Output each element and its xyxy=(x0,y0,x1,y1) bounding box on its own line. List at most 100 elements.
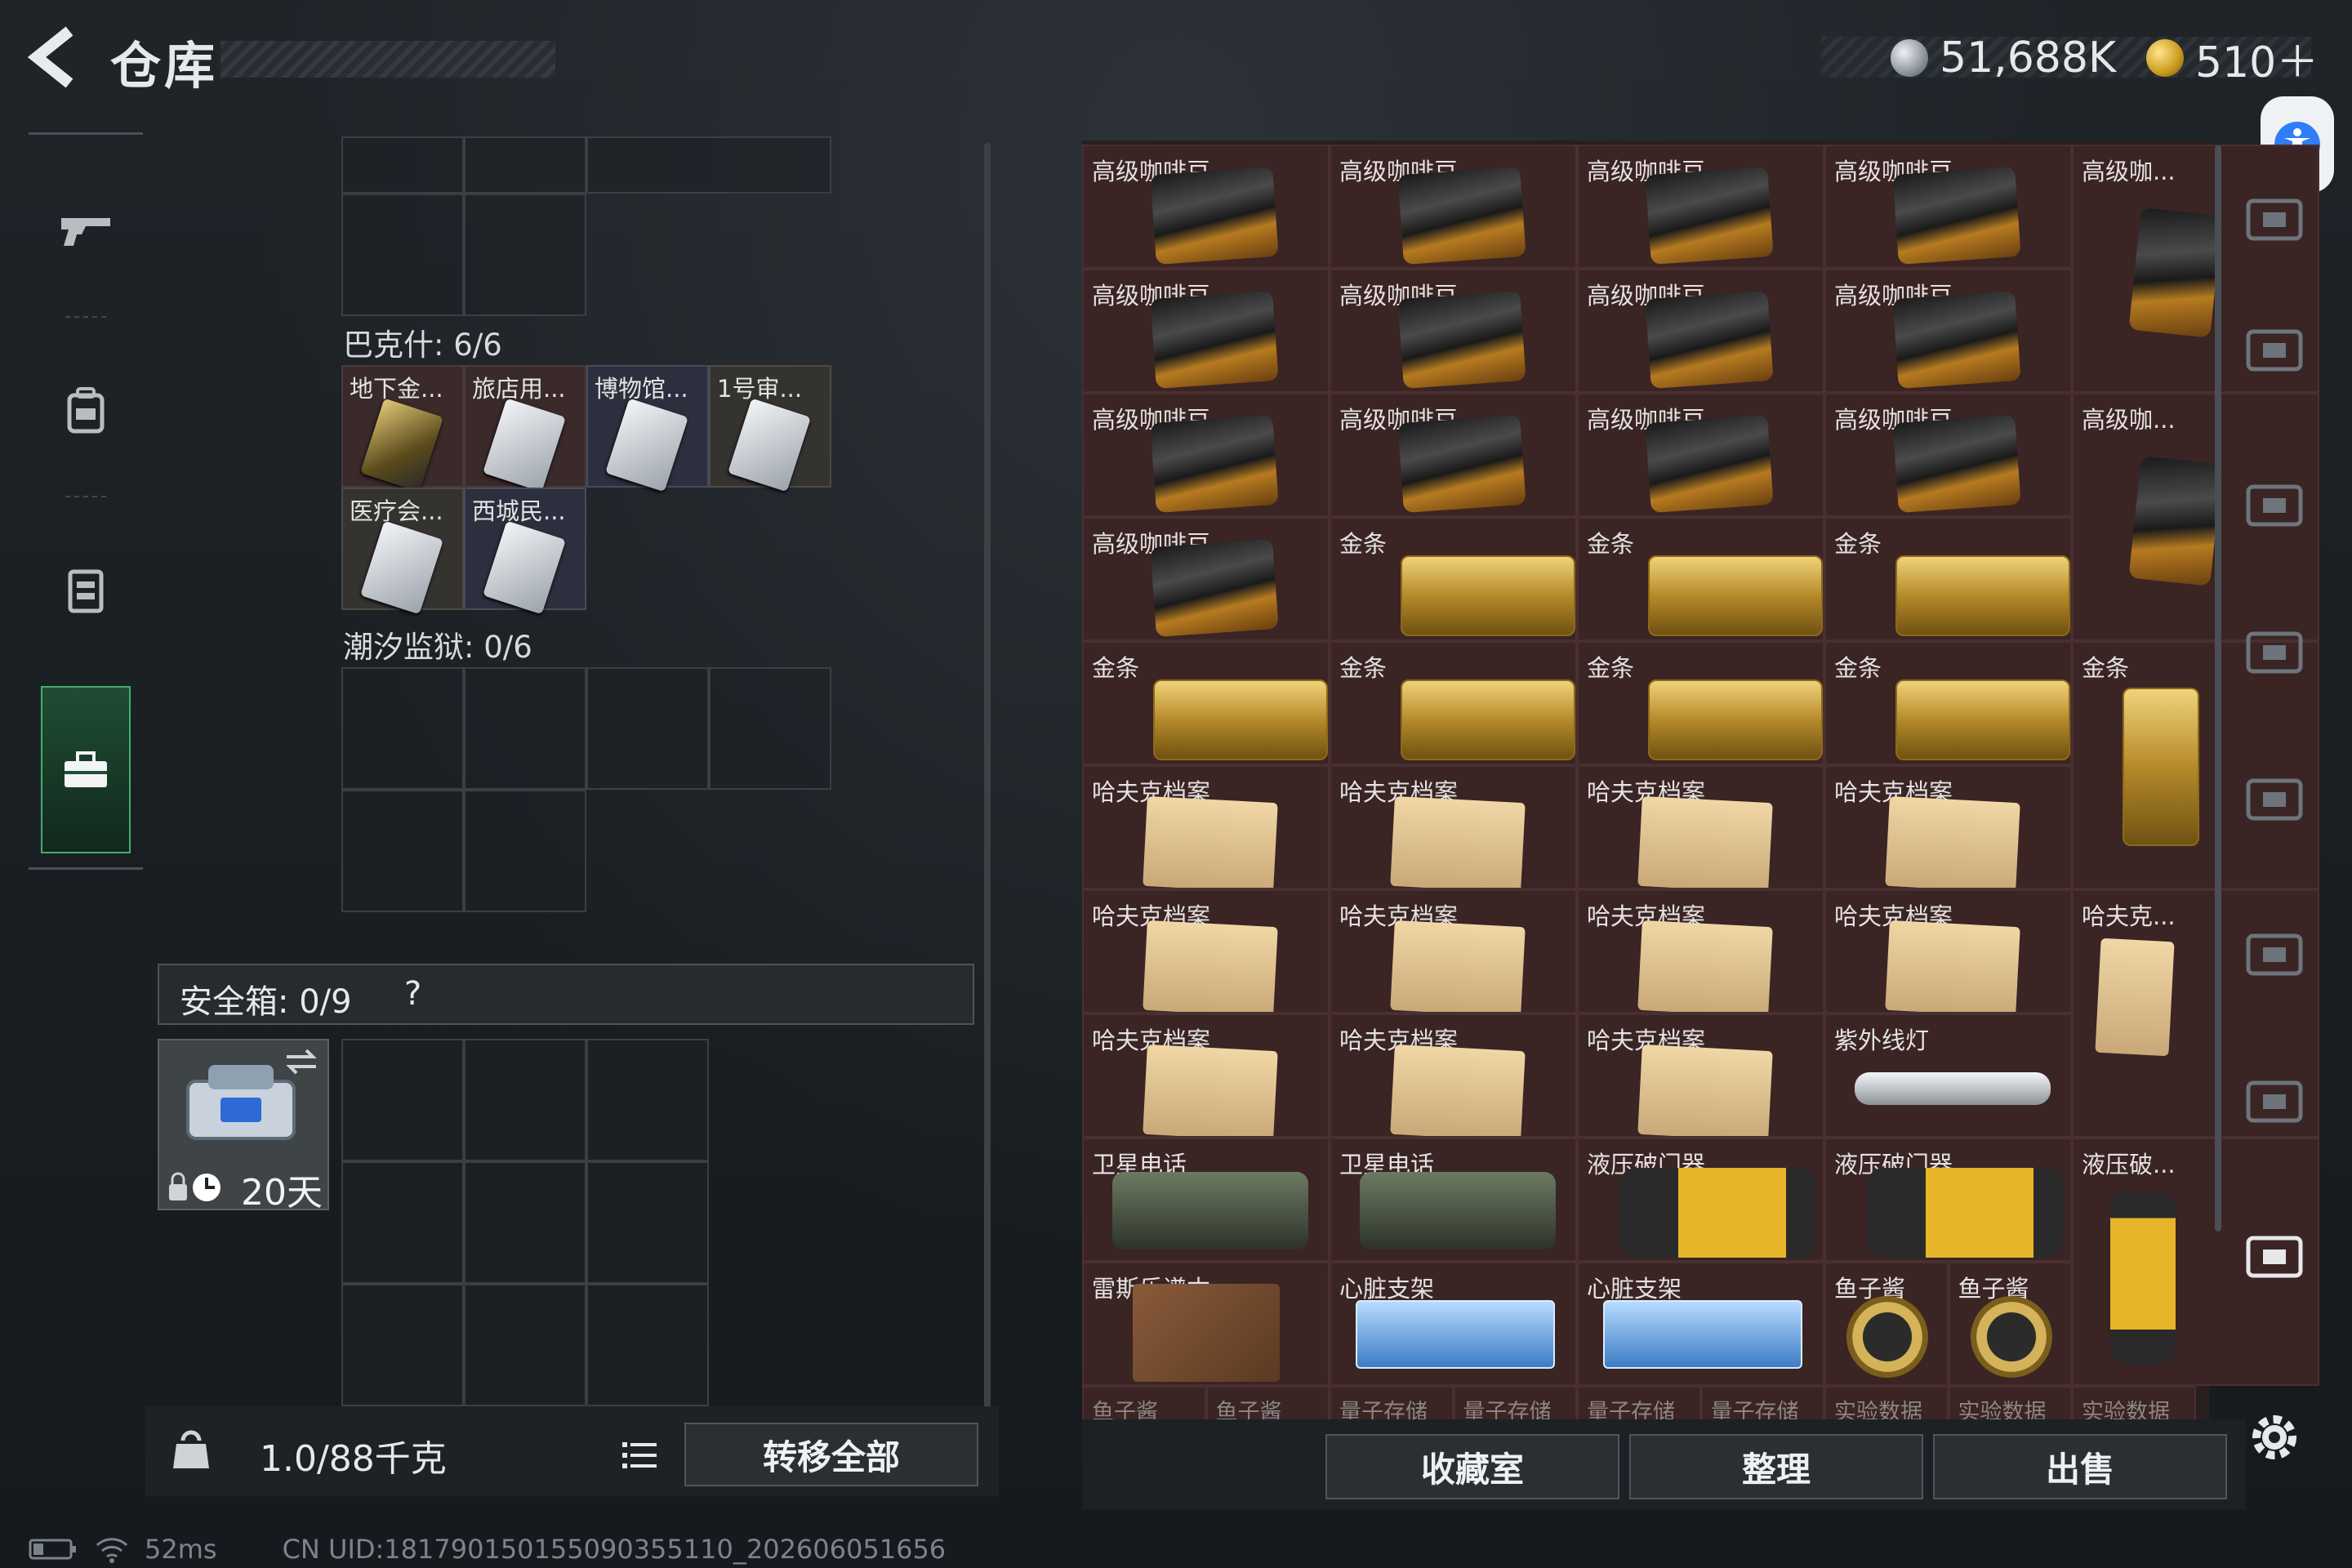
keycard-slot[interactable]: 博物馆... xyxy=(586,365,709,492)
grid-cell[interactable] xyxy=(341,1284,464,1406)
inventory-item[interactable]: 金条 xyxy=(1330,517,1577,641)
sidebar-container-6[interactable] xyxy=(2234,1055,2315,1145)
inventory-item[interactable]: 哈夫克档案 xyxy=(1330,1013,1577,1138)
sidebar-container-7[interactable] xyxy=(2234,1210,2315,1300)
grid-cell[interactable] xyxy=(464,194,586,316)
inventory-item[interactable]: 哈夫克档案 xyxy=(1330,765,1577,889)
inventory-item[interactable]: 哈夫克档案 xyxy=(1577,1013,1824,1138)
inventory-item[interactable]: 哈夫克档案 xyxy=(1577,889,1824,1013)
back-button[interactable] xyxy=(24,24,90,98)
back-arrow-icon xyxy=(27,26,74,88)
inventory-item[interactable]: 紫外线灯 xyxy=(1824,1013,2072,1138)
sidebar-container-2[interactable] xyxy=(2234,459,2315,549)
inventory-item[interactable]: 哈夫克档案 xyxy=(1082,1013,1330,1138)
grid-cell[interactable] xyxy=(464,1284,586,1406)
sidebar-container-1[interactable] xyxy=(2234,304,2315,394)
rail-item-toolbox[interactable] xyxy=(41,686,131,853)
inventory-item[interactable]: 心脏支架 xyxy=(1330,1262,1577,1386)
inventory-item[interactable]: 高级咖啡豆 xyxy=(1330,145,1577,269)
rail-item-backpack[interactable] xyxy=(29,328,143,492)
inventory-item-name: 紫外线灯 xyxy=(1834,1027,1930,1054)
grid-cell[interactable] xyxy=(464,667,586,790)
inventory-item[interactable]: 哈夫克档案 xyxy=(1824,765,2072,889)
keycard-slot[interactable]: 地下金... xyxy=(341,365,464,492)
grid-cell[interactable] xyxy=(341,1039,464,1161)
grid-cell[interactable] xyxy=(464,1161,586,1284)
inventory-item[interactable]: 高级咖啡豆 xyxy=(1082,145,1330,269)
grid-cell[interactable] xyxy=(586,1284,709,1406)
inventory-item[interactable]: 金条 xyxy=(1330,641,1577,765)
settings-button[interactable] xyxy=(2246,1409,2303,1466)
inventory-item[interactable]: 高级咖啡豆 xyxy=(1082,269,1330,393)
collection-button[interactable]: 收藏室 xyxy=(1325,1434,1619,1499)
sidebar-container-4[interactable] xyxy=(2234,753,2315,843)
grid-cell[interactable] xyxy=(341,194,464,316)
transfer-all-button[interactable]: 转移全部 xyxy=(684,1423,978,1486)
inventory-item[interactable]: 金条 xyxy=(1824,641,2072,765)
vault-icon xyxy=(2246,1080,2303,1123)
safebox-help-button[interactable]: ? xyxy=(404,975,421,1013)
list-view-button[interactable] xyxy=(611,1431,668,1480)
inventory-item[interactable]: 高级咖啡豆 xyxy=(1577,269,1824,393)
grid-cell[interactable] xyxy=(464,790,586,912)
keycard-slot[interactable]: 1号审... xyxy=(709,365,831,492)
inventory-item[interactable]: 哈夫克档案 xyxy=(1577,765,1824,889)
sidebar-container-3[interactable] xyxy=(2234,606,2315,696)
grid-cell[interactable] xyxy=(341,136,464,194)
grid-cell[interactable] xyxy=(341,790,464,912)
inventory-item[interactable]: 哈夫克档案 xyxy=(1824,889,2072,1013)
gold-currency[interactable]: 510＋ xyxy=(2146,29,2319,87)
keycard-slot[interactable]: 旅店用... xyxy=(464,365,586,492)
gold-item-icon xyxy=(1648,679,1823,760)
inventory-item[interactable]: 哈夫克档案 xyxy=(1082,765,1330,889)
rail-item-vest[interactable] xyxy=(29,508,143,671)
inventory-item[interactable]: 高级咖啡豆 xyxy=(1082,393,1330,517)
rail-item-weapons[interactable] xyxy=(29,149,143,312)
inventory-item[interactable]: 雷斯乐谱本 xyxy=(1082,1262,1330,1386)
sidebar-container-0[interactable] xyxy=(2234,173,2315,263)
inventory-item[interactable]: 液压破门器 xyxy=(1577,1138,1824,1262)
inventory-item[interactable]: 金条 xyxy=(1577,641,1824,765)
storage-scrollbar[interactable] xyxy=(984,143,991,1421)
inventory-scrollbar[interactable] xyxy=(2215,145,2221,1232)
inventory-item[interactable]: 高级咖啡豆 xyxy=(1082,517,1330,641)
inventory-item[interactable]: 高级咖啡豆 xyxy=(1577,393,1824,517)
inventory-item[interactable]: 高级咖啡豆 xyxy=(1824,393,2072,517)
grid-cell[interactable] xyxy=(709,667,831,790)
inventory-item[interactable]: 金条 xyxy=(1824,517,2072,641)
inventory-item[interactable]: 哈夫克档案 xyxy=(1330,889,1577,1013)
inventory-item[interactable]: 金条 xyxy=(1577,517,1824,641)
grid-cell[interactable] xyxy=(341,667,464,790)
safebox-timer: 20天 xyxy=(241,1172,323,1214)
silver-currency[interactable]: 51,688K xyxy=(1891,29,2116,87)
inventory-item[interactable]: 卫星电话 xyxy=(1082,1138,1330,1262)
grid-cell[interactable] xyxy=(586,1161,709,1284)
grid-cell[interactable] xyxy=(464,1039,586,1161)
sidebar-container-5[interactable] xyxy=(2234,908,2315,998)
inventory-item[interactable]: 高级咖啡豆 xyxy=(1824,269,2072,393)
grid-cell[interactable] xyxy=(586,136,831,194)
inventory-item[interactable]: 金条 xyxy=(1082,641,1330,765)
grid-cell[interactable] xyxy=(586,1039,709,1161)
inventory-item[interactable]: 卫星电话 xyxy=(1330,1138,1577,1262)
inventory-item-name: 金条 xyxy=(1339,654,1388,682)
safebox-item[interactable]: 20天 xyxy=(158,1039,329,1214)
grid-cell[interactable] xyxy=(586,667,709,790)
inventory-item[interactable]: 高级咖啡豆 xyxy=(1577,145,1824,269)
coffee-item-icon xyxy=(1397,414,1526,514)
inventory-item[interactable]: 鱼子酱 xyxy=(1824,1262,1949,1386)
keycard-slot[interactable]: 西城民... xyxy=(464,488,586,615)
inventory-item[interactable]: 哈夫克档案 xyxy=(1082,889,1330,1013)
inventory-item[interactable]: 鱼子酱 xyxy=(1948,1262,2072,1386)
keycard-slot[interactable]: 医疗会... xyxy=(341,488,464,615)
vault-icon xyxy=(2246,933,2303,976)
sort-button[interactable]: 整理 xyxy=(1629,1434,1923,1499)
inventory-item[interactable]: 高级咖啡豆 xyxy=(1330,393,1577,517)
grid-cell[interactable] xyxy=(341,1161,464,1284)
inventory-item[interactable]: 高级咖啡豆 xyxy=(1330,269,1577,393)
grid-cell[interactable] xyxy=(464,136,586,194)
sell-button[interactable]: 出售 xyxy=(1933,1434,2227,1499)
inventory-item[interactable]: 心脏支架 xyxy=(1577,1262,1824,1386)
inventory-item[interactable]: 液压破门器 xyxy=(1824,1138,2072,1262)
inventory-item[interactable]: 高级咖啡豆 xyxy=(1824,145,2072,269)
